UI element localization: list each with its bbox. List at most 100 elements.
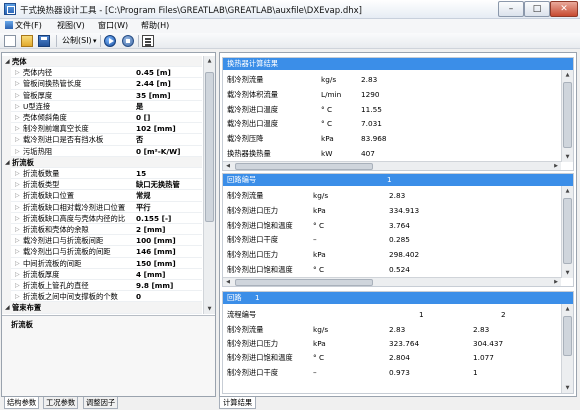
property-value[interactable]: 100 [mm] [136,235,176,246]
property-value[interactable]: 150 [mm] [136,258,176,269]
horizontal-scrollbar[interactable]: ◀ ▶ [223,277,561,286]
scroll-thumb[interactable] [563,316,572,356]
property-value[interactable]: 0 [136,291,141,302]
property-row[interactable]: ▷ 壳体内径 0.45 [m] [2,67,202,79]
vertical-scrollbar[interactable]: ▲ ▼ [561,70,573,162]
minimize-button[interactable]: – [498,1,524,17]
property-value[interactable]: 平行 [136,202,151,213]
expand-icon[interactable]: ▷ [15,269,20,280]
property-row[interactable]: ▷ 折流板缺口相对载冷剂进口位置 平行 [2,201,202,213]
expand-icon[interactable]: ▷ [15,179,20,190]
tab-structure-params[interactable]: 结构参数 [4,397,40,409]
menu-view[interactable]: 视图(V) [54,20,88,32]
property-value[interactable]: 0.45 [m] [136,67,171,78]
close-button[interactable]: ✕ [550,1,578,17]
expand-icon[interactable]: ▷ [15,67,20,78]
scroll-up-icon[interactable]: ▲ [562,70,573,80]
scroll-up-icon[interactable]: ▲ [562,186,573,196]
scroll-up-icon[interactable]: ▲ [562,304,573,314]
expand-icon[interactable]: ▷ [15,258,20,269]
tab-adjust-factors[interactable]: 调整因子 [83,397,119,409]
expand-icon[interactable]: ▷ [15,280,20,291]
tab-operating-params[interactable]: 工况参数 [43,397,79,409]
property-row[interactable]: ▷ 壳体倾斜角度 0 [] [2,112,202,124]
property-value[interactable]: 102 [mm] [136,123,176,134]
property-row[interactable]: ▷ 污垢热阻 0 [m²-K/W] [2,145,202,157]
property-value[interactable]: 4 [mm] [136,269,166,280]
property-value[interactable]: 2 [mm] [136,224,166,235]
property-value[interactable]: 2.44 [m] [136,78,171,89]
scroll-thumb[interactable] [563,82,572,148]
property-row[interactable]: ▷ 折流板缺口位置 常规 [2,190,202,202]
expand-icon[interactable]: ▷ [15,235,20,246]
expand-icon[interactable]: ▷ [15,146,20,157]
open-folder-icon[interactable] [21,35,33,47]
scroll-right-icon[interactable]: ▶ [551,162,561,170]
property-value[interactable]: 0.155 [-] [136,213,171,224]
property-category[interactable]: ◢ 折流板 [2,156,202,168]
expand-icon[interactable]: ▷ [15,112,20,123]
units-selector[interactable]: 公制(SI) [62,36,92,46]
collapse-icon[interactable]: ◢ [5,157,10,168]
vertical-scrollbar[interactable]: ▲ ▼ [561,186,573,278]
property-row[interactable]: ▷ 折流板上管孔的直径 9.8 [mm] [2,280,202,292]
chevron-down-icon[interactable]: ▾ [93,36,97,46]
property-value[interactable]: 146 [mm] [136,246,176,257]
scroll-left-icon[interactable]: ◀ [223,162,233,170]
property-value[interactable]: 是 [136,101,143,112]
collapse-icon[interactable]: ◢ [5,302,10,313]
property-category[interactable]: ◢ 管束布置 [2,302,202,314]
expand-icon[interactable]: ▷ [15,101,20,112]
expand-icon[interactable]: ▷ [15,246,20,257]
property-category[interactable]: ◢ 壳体 [2,56,202,68]
expand-icon[interactable]: ▷ [15,134,20,145]
property-row[interactable]: ▷ 管板厚度 35 [mm] [2,89,202,101]
horizontal-scrollbar[interactable]: ◀ ▶ [223,161,561,170]
expand-icon[interactable]: ▷ [15,123,20,134]
scroll-right-icon[interactable]: ▶ [551,278,561,286]
stop-icon[interactable] [122,35,134,47]
property-row[interactable]: ▷ 折流板之间中间支撑板的个数 0 [2,291,202,303]
property-grid-scrollbar[interactable]: ▲ ▼ [203,56,215,314]
new-file-icon[interactable] [4,35,16,47]
scroll-thumb[interactable] [235,279,373,286]
property-value[interactable]: 缺口无换热管 [136,179,180,190]
tab-calculation-results[interactable]: 计算结果 [219,397,257,409]
property-value[interactable]: 0 [m²-K/W] [136,146,180,157]
collapse-icon[interactable]: ◢ [5,56,10,67]
property-value[interactable]: 否 [136,134,143,145]
property-row[interactable]: ▷ 折流板和壳体的余隙 2 [mm] [2,224,202,236]
scroll-down-icon[interactable]: ▼ [562,268,573,278]
scroll-down-icon[interactable]: ▼ [562,383,573,393]
property-row[interactable]: ▷ 制冷剂前端真空长度 102 [mm] [2,123,202,135]
scroll-thumb[interactable] [205,72,214,222]
expand-icon[interactable]: ▷ [15,213,20,224]
scroll-thumb[interactable] [563,198,572,264]
save-icon[interactable] [38,35,50,47]
property-value[interactable]: 35 [mm] [136,90,171,101]
scroll-down-icon[interactable]: ▼ [204,304,215,314]
vertical-scrollbar[interactable]: ▲ ▼ [561,304,573,393]
property-row[interactable]: ▷ 折流板厚度 4 [mm] [2,268,202,280]
property-row[interactable]: ▷ U型连接 是 [2,100,202,112]
scroll-left-icon[interactable]: ◀ [223,278,233,286]
property-row[interactable]: ▷ 载冷剂出口与折流板的间距 146 [mm] [2,246,202,258]
property-value[interactable]: 15 [136,168,146,179]
property-row[interactable]: ▷ 折流板缺口高度与壳体内径的比 0.155 [-] [2,212,202,224]
property-value[interactable]: 9.8 [mm] [136,280,173,291]
expand-icon[interactable]: ▷ [15,202,20,213]
maximize-button[interactable]: □ [524,1,550,17]
property-value[interactable]: 常规 [136,190,151,201]
scroll-thumb[interactable] [235,163,373,170]
menu-window[interactable]: 窗口(W) [95,20,131,32]
menu-file[interactable]: 文件(F) [2,20,45,32]
menu-help[interactable]: 帮助(H) [138,20,172,32]
run-icon[interactable] [104,35,116,47]
property-row[interactable]: ▷ 载冷剂进口是否有挡水板 否 [2,134,202,146]
expand-icon[interactable]: ▷ [15,78,20,89]
property-row[interactable]: ▷ 载冷剂进口与折流板间距 100 [mm] [2,235,202,247]
expand-icon[interactable]: ▷ [15,224,20,235]
expand-icon[interactable]: ▷ [15,168,20,179]
property-row[interactable]: ▷ 中间折流板的间距 150 [mm] [2,257,202,269]
property-row[interactable]: ▷ 折流板数量 15 [2,168,202,180]
